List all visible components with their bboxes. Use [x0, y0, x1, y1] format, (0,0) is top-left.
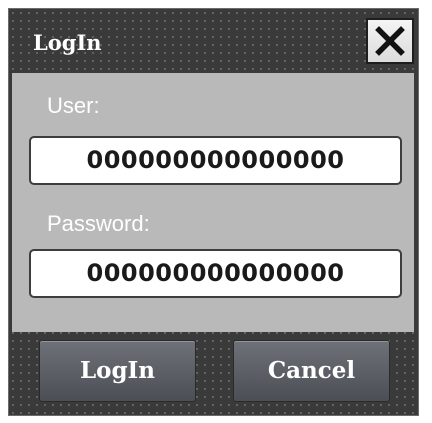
cancel-button[interactable]: Cancel [233, 340, 390, 402]
close-icon [375, 26, 405, 56]
user-input[interactable]: 000000000000000 [29, 136, 402, 185]
login-button[interactable]: LogIn [39, 340, 196, 402]
title-bar[interactable]: LogIn [9, 9, 418, 71]
password-input[interactable]: 000000000000000 [29, 249, 402, 298]
login-dialog: LogIn User: 000000000000000 Password: 00… [8, 8, 419, 416]
close-button[interactable] [366, 18, 414, 64]
user-label: User: [47, 93, 100, 118]
password-label: Password: [47, 211, 150, 236]
dialog-title: LogIn [33, 30, 102, 55]
login-form: User: 000000000000000 Password: 00000000… [12, 73, 414, 332]
